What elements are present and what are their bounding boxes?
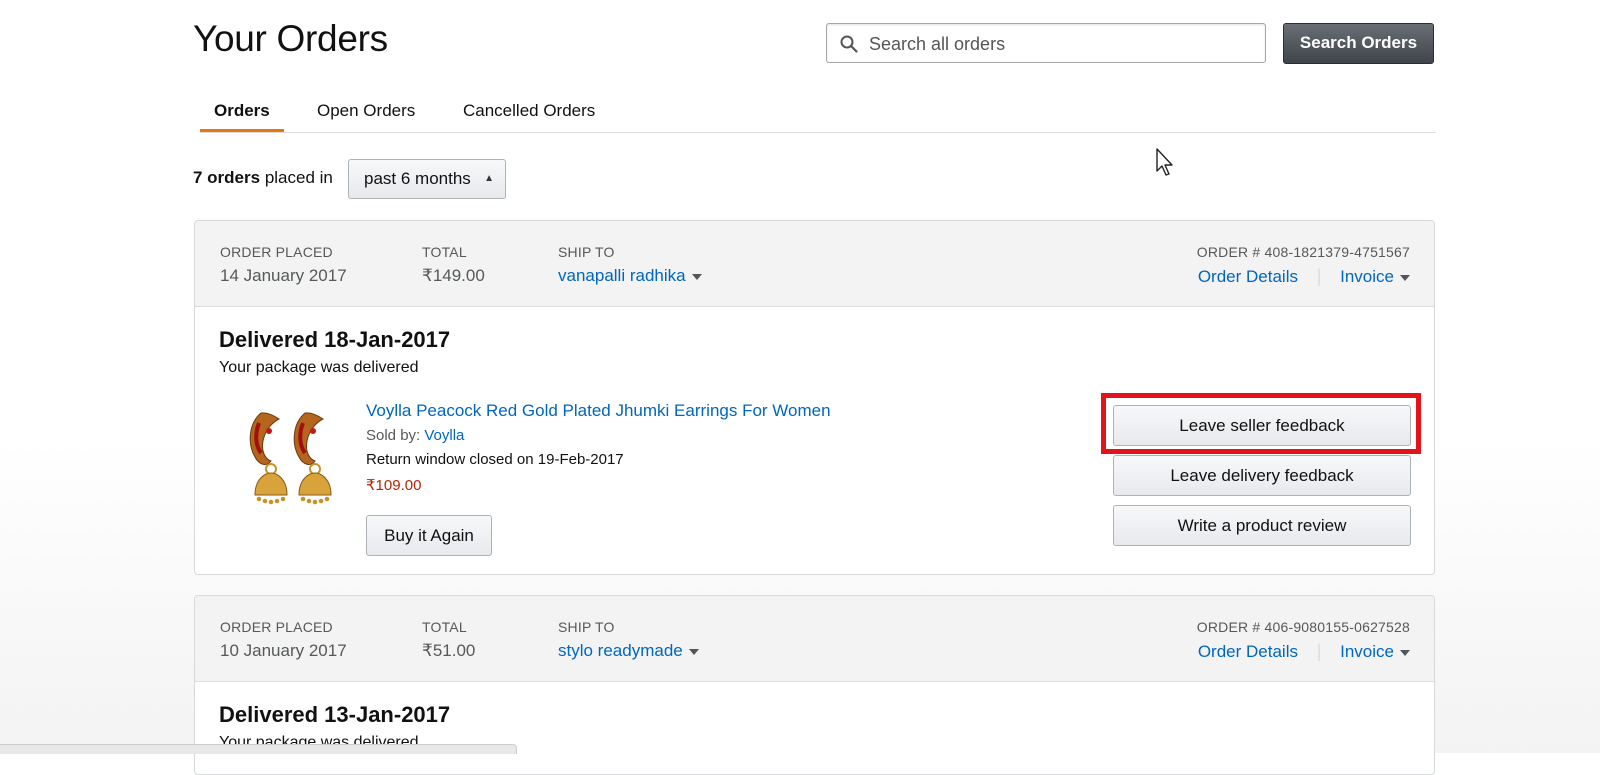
ship-to-name: vanapalli radhika (558, 266, 686, 285)
order-details-link[interactable]: Order Details (1198, 642, 1298, 661)
order-count-label: placed in (264, 168, 333, 187)
select-arrows-icon: ▲ (484, 173, 494, 184)
search-orders-button[interactable]: Search Orders (1283, 23, 1434, 64)
ship-to-label: SHIP TO (558, 619, 615, 635)
jhumki-earrings-image[interactable] (245, 409, 333, 511)
order-placed-label: ORDER PLACED (220, 619, 333, 635)
search-icon (840, 35, 858, 53)
order-header: ORDER PLACED 10 January 2017 TOTAL ₹51.0… (195, 596, 1434, 682)
order-placed-date: 14 January 2017 (220, 266, 347, 285)
product-title-link[interactable]: Voylla Peacock Red Gold Plated Jhumki Ea… (366, 401, 831, 421)
ship-to-recipient[interactable]: stylo readymade (558, 641, 699, 661)
time-period-value: past 6 months (364, 169, 471, 188)
tab-open-orders[interactable]: Open Orders (317, 101, 415, 121)
invoice-link[interactable]: Invoice (1340, 642, 1394, 661)
order-placed-date: 10 January 2017 (220, 641, 347, 660)
order-total: ₹51.00 (422, 641, 476, 660)
chevron-down-icon[interactable] (1400, 274, 1410, 281)
page-title: Your Orders (193, 18, 388, 59)
order-number: ORDER # 408-1821379-4751567 (1196, 244, 1410, 260)
invoice-link[interactable]: Invoice (1340, 267, 1394, 286)
chevron-down-icon[interactable] (1400, 649, 1410, 656)
write-product-review-button[interactable]: Write a product review (1113, 505, 1411, 546)
ship-to-name: stylo readymade (558, 641, 683, 660)
search-input[interactable] (867, 31, 1251, 57)
order-header: ORDER PLACED 14 January 2017 TOTAL ₹149.… (195, 221, 1434, 307)
chevron-down-icon (688, 648, 699, 655)
search-orders-field[interactable] (826, 23, 1266, 63)
seller-link[interactable]: Voylla (424, 427, 464, 444)
highlight-box (1101, 393, 1421, 454)
order-placed-label: ORDER PLACED (220, 244, 333, 260)
link-separator: | (1316, 266, 1322, 286)
order-total: ₹149.00 (422, 266, 485, 285)
ship-to-recipient[interactable]: vanapalli radhika (558, 266, 702, 286)
order-count: 7 orders placed in (193, 168, 333, 188)
mouse-pointer-icon (1156, 148, 1173, 176)
order-links: Order Details | Invoice (1198, 641, 1410, 662)
order-details-link[interactable]: Order Details (1198, 267, 1298, 286)
leave-delivery-feedback-button[interactable]: Leave delivery feedback (1113, 455, 1411, 496)
total-label: TOTAL (422, 244, 467, 260)
order-links: Order Details | Invoice (1198, 266, 1410, 287)
time-period-select[interactable]: past 6 months ▲ (348, 159, 506, 199)
sold-by: Sold by: Voylla (366, 427, 464, 444)
total-label: TOTAL (422, 619, 467, 635)
return-window: Return window closed on 19-Feb-2017 (366, 451, 624, 468)
delivery-status: Delivered 18-Jan-2017 (219, 327, 451, 352)
sold-by-label: Sold by: (366, 427, 421, 444)
item-price: ₹109.00 (366, 477, 422, 494)
tab-cancelled-orders[interactable]: Cancelled Orders (463, 101, 595, 121)
link-separator: | (1316, 641, 1322, 661)
buy-it-again-button[interactable]: Buy it Again (366, 515, 492, 556)
tab-orders[interactable]: Orders (214, 101, 270, 121)
delivery-substatus: Your package was delivered (219, 359, 419, 376)
order-count-value: 7 orders (193, 168, 261, 187)
delivery-status: Delivered 13-Jan-2017 (219, 702, 451, 727)
order-number: ORDER # 406-9080155-0627528 (1196, 619, 1410, 635)
ship-to-label: SHIP TO (558, 244, 615, 260)
chevron-down-icon (691, 273, 702, 280)
tabs-divider (200, 132, 1436, 133)
